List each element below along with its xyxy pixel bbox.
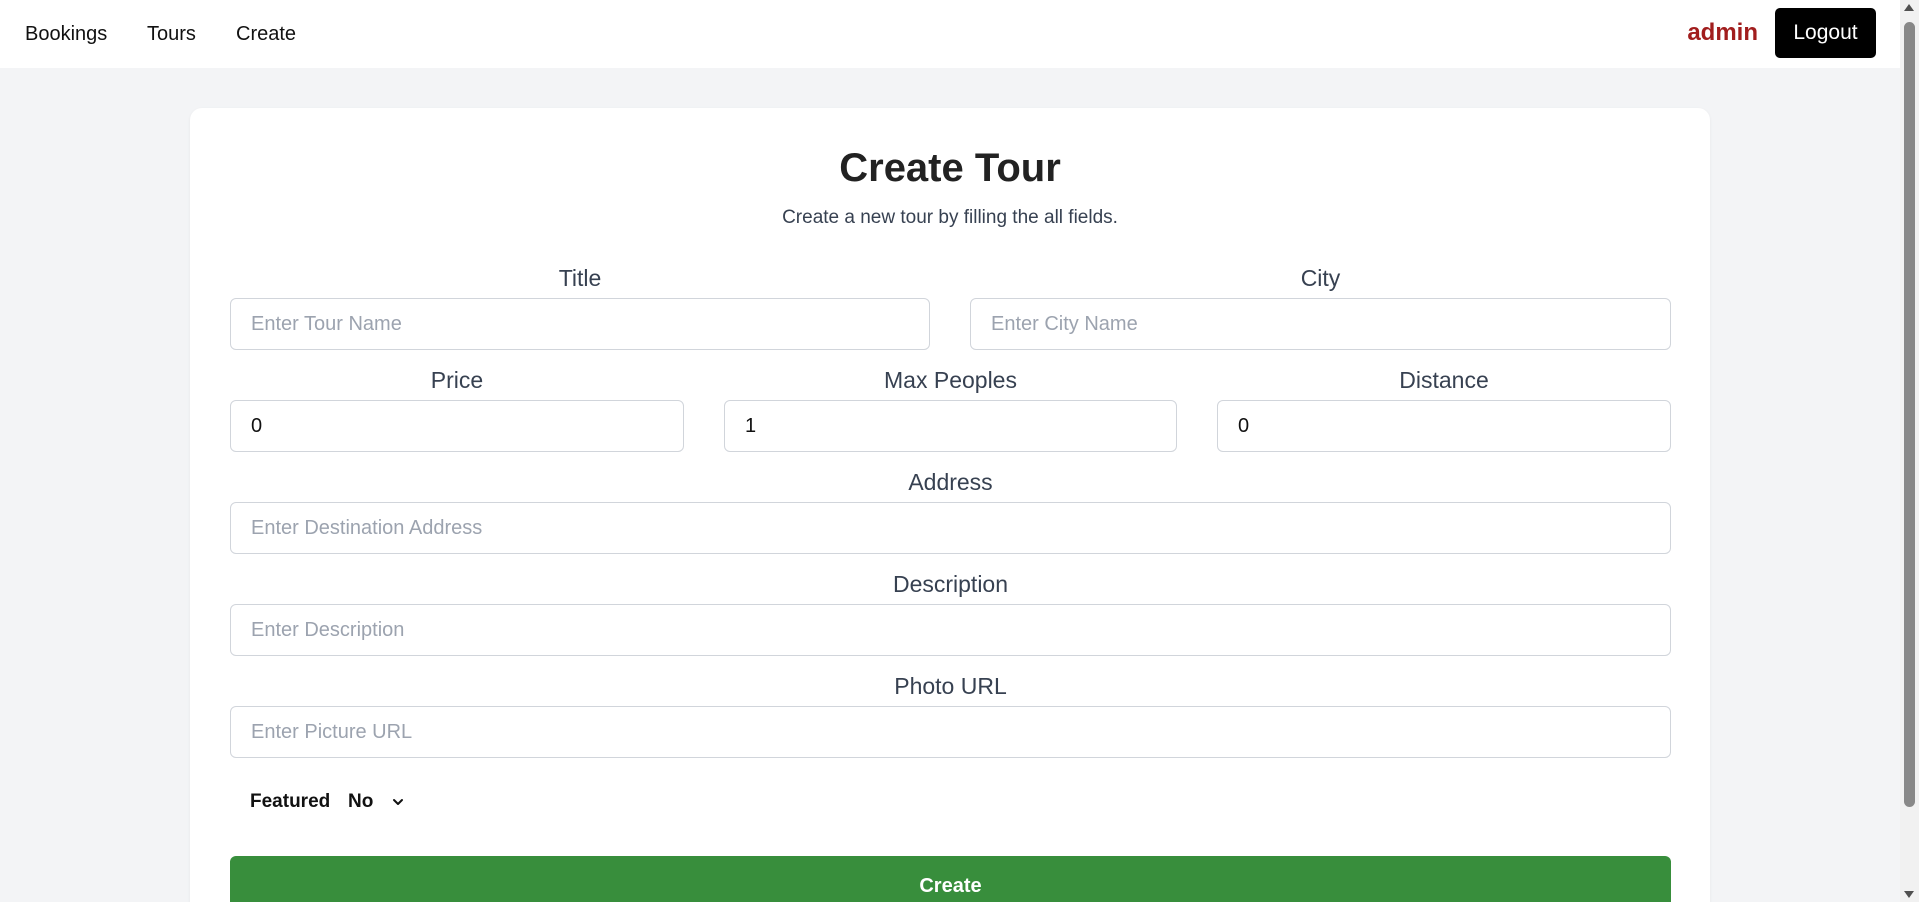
logout-button[interactable]: Logout bbox=[1775, 8, 1876, 58]
page-scrollbar[interactable] bbox=[1900, 0, 1919, 902]
create-tour-button[interactable]: Create bbox=[230, 856, 1671, 902]
max-people-label: Max Peoples bbox=[884, 367, 1017, 393]
city-input[interactable] bbox=[970, 298, 1671, 350]
scroll-down-arrow-icon[interactable] bbox=[1904, 891, 1914, 898]
featured-selected-value: No bbox=[348, 791, 374, 812]
page-subtitle: Create a new tour by filling the all fie… bbox=[782, 207, 1118, 228]
page-title: Create Tour bbox=[839, 146, 1061, 190]
nav-link-tours[interactable]: Tours bbox=[147, 22, 196, 46]
nav-link-create[interactable]: Create bbox=[236, 22, 296, 46]
description-label: Description bbox=[892, 571, 1009, 597]
featured-label: Featured bbox=[250, 791, 331, 812]
address-input[interactable] bbox=[230, 502, 1671, 554]
chevron-down-icon bbox=[393, 799, 404, 805]
nav-link-bookings[interactable]: Bookings bbox=[25, 22, 107, 46]
title-label: Title bbox=[558, 265, 602, 291]
photo-url-label: Photo URL bbox=[894, 673, 1007, 699]
distance-label: Distance bbox=[1399, 367, 1489, 393]
price-label: Price bbox=[430, 367, 484, 393]
photo-url-input[interactable] bbox=[230, 706, 1671, 758]
scrollbar-thumb[interactable] bbox=[1904, 22, 1915, 807]
max-people-input[interactable] bbox=[724, 400, 1177, 452]
featured-select[interactable]: No bbox=[344, 786, 409, 818]
distance-input[interactable] bbox=[1217, 400, 1671, 452]
top-navbar: Bookings Tours Create admin Logout bbox=[0, 0, 1900, 68]
city-label: City bbox=[1300, 265, 1341, 291]
current-user-name: admin bbox=[1687, 19, 1758, 46]
description-input[interactable] bbox=[230, 604, 1671, 656]
tour-title-input[interactable] bbox=[230, 298, 930, 350]
price-input[interactable] bbox=[230, 400, 684, 452]
scroll-up-arrow-icon[interactable] bbox=[1904, 4, 1914, 11]
create-tour-card: Create Tour Create a new tour by filling… bbox=[190, 108, 1710, 902]
address-label: Address bbox=[908, 469, 993, 495]
